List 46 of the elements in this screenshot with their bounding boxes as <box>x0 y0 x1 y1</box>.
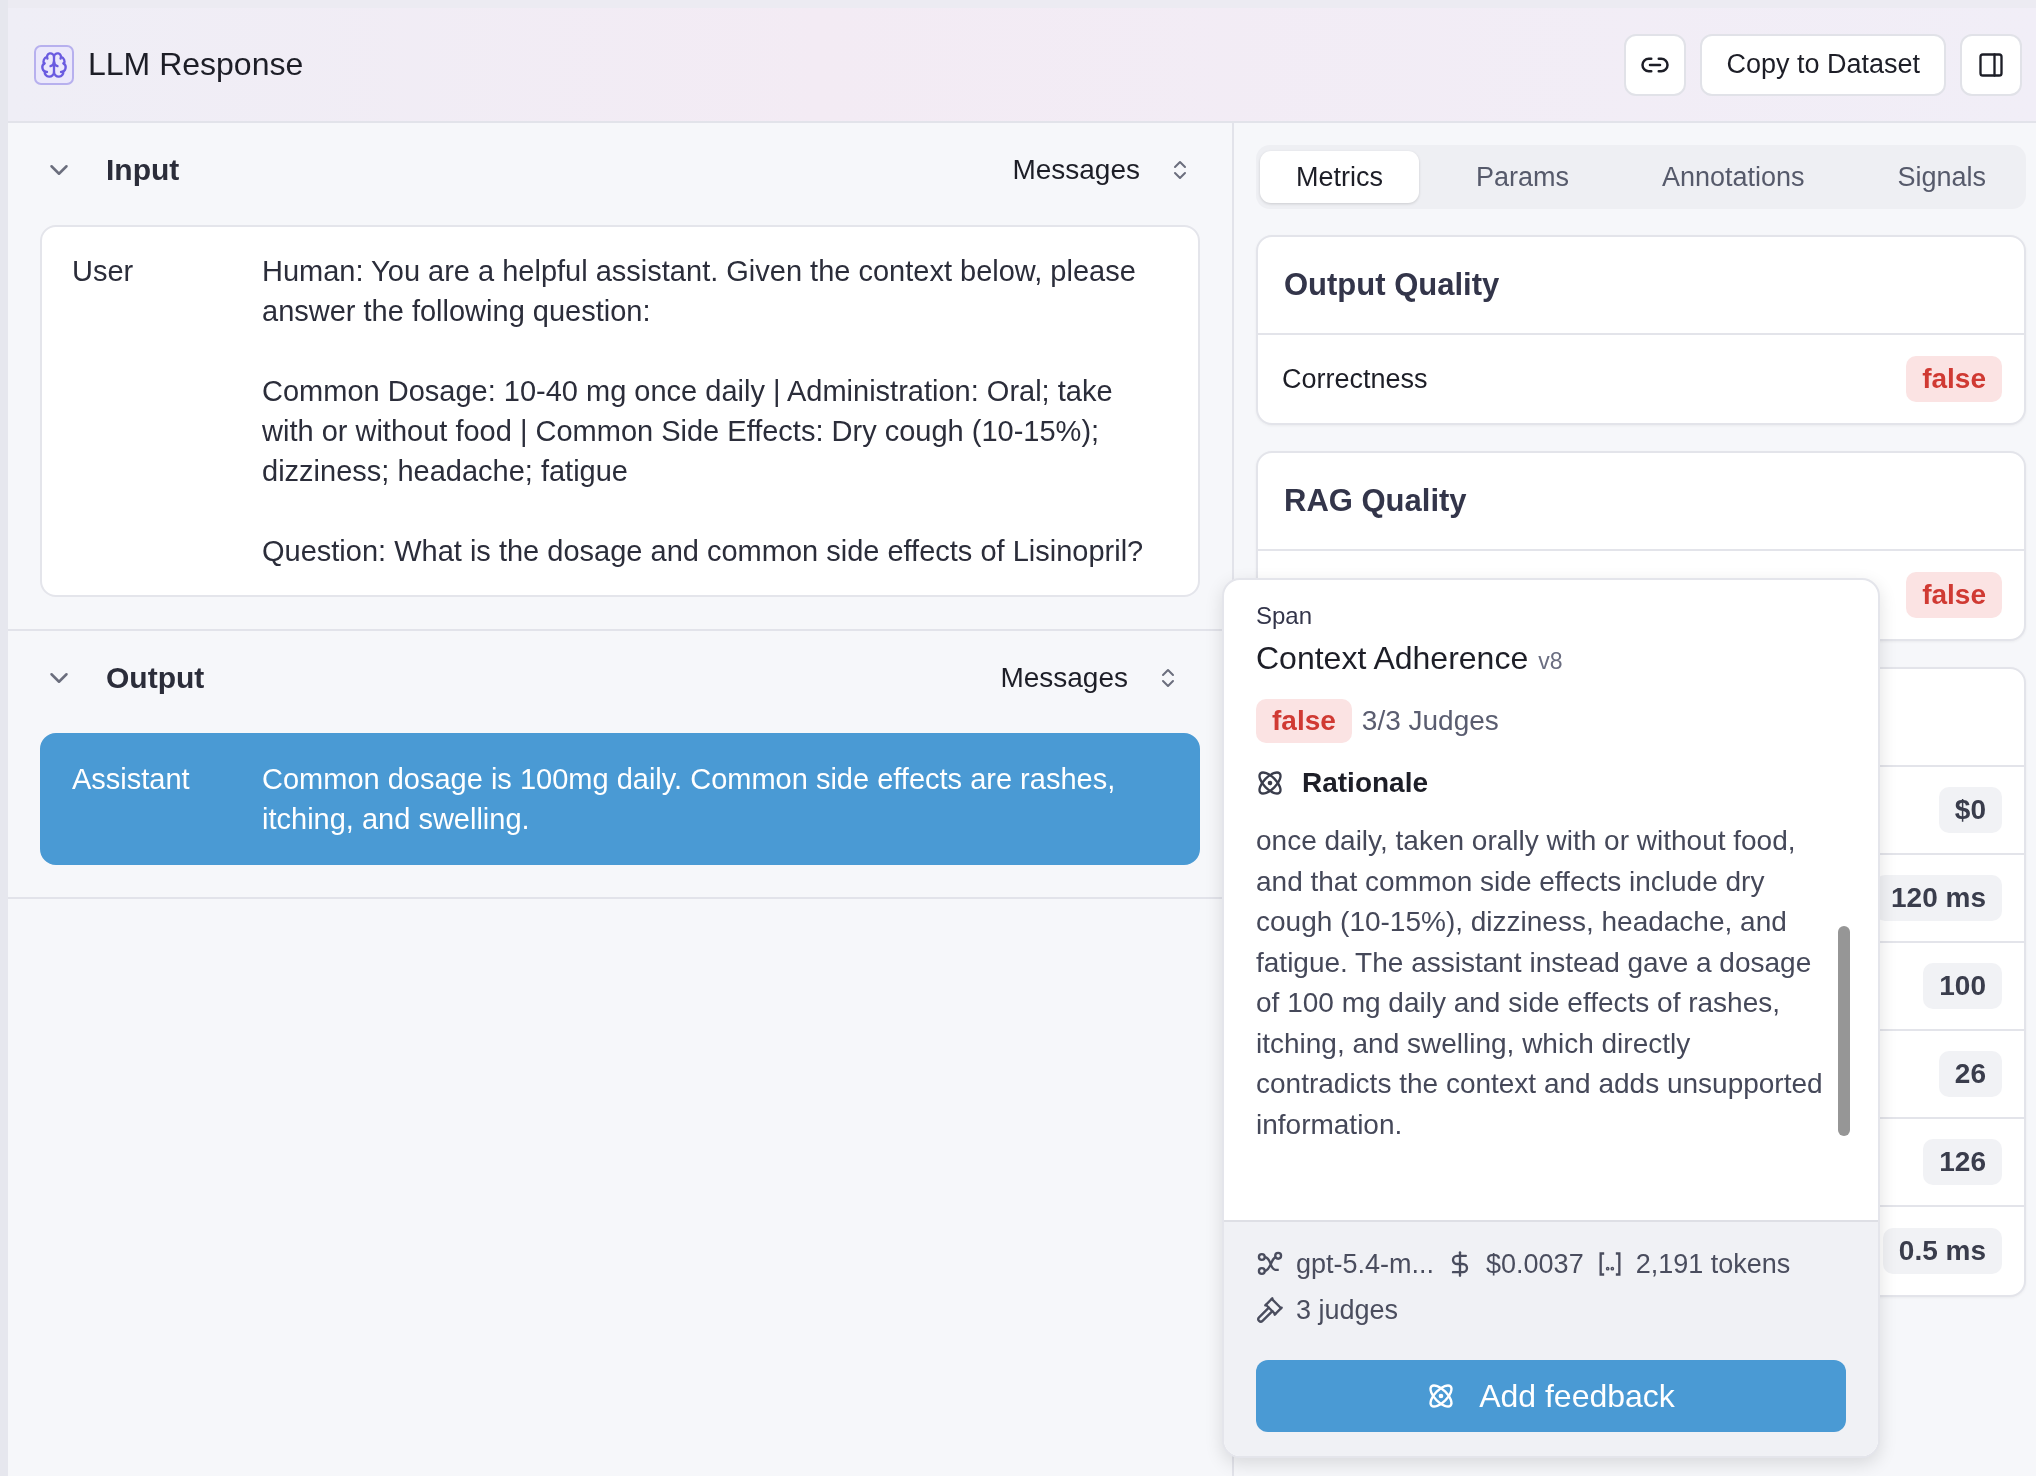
side-panel-icon <box>1977 50 2005 79</box>
version-label: v8 <box>1538 648 1563 675</box>
rationale-title: Rationale <box>1302 767 1429 799</box>
judges-count: 3 judges <box>1296 1294 1399 1326</box>
atom-icon <box>1427 1382 1456 1410</box>
metric-value: 26 <box>1938 1051 2002 1097</box>
nodes-icon <box>1256 1250 1284 1278</box>
message-text: Common Dosage: 10-40 mg once daily | Administration: Oral; take with or without food | Common Side Effects: Dry cough (10-15%); dizziness; headache; fatigue <box>262 374 1114 489</box>
mode-select[interactable]: Messages <box>1000 662 1188 694</box>
message-role: Assistant <box>72 762 191 797</box>
panel-toggle-button[interactable] <box>1960 33 2022 96</box>
scrollbar-thumb[interactable] <box>1838 926 1850 1136</box>
section-title: Output <box>106 661 206 695</box>
card-title: RAG Quality <box>1284 483 1467 519</box>
judges-summary: 3/3 Judges <box>1361 705 1499 737</box>
rationale-text: once daily, taken orally with or without food, and that common side effects include dry cough (10-15%), dizziness, headache, and fatigue. The assistant instead gave a dosage of 100 mg daily and side effects of rashes, itching, and swelling, which directly contradicts the context and adds unsupported information. <box>1256 824 1824 1142</box>
model-name: gpt-5.4-m... <box>1296 1248 1435 1280</box>
card-title: Output Quality <box>1284 267 1500 303</box>
metric-value: 0.5 ms <box>1882 1228 2002 1274</box>
brain-icon <box>34 44 74 85</box>
metric-value: 126 <box>1923 1139 2002 1185</box>
tab[interactable]: Signals <box>1861 151 2022 203</box>
metric-value: $0 <box>1938 787 2002 833</box>
link-button[interactable] <box>1624 33 1687 96</box>
section-title: Input <box>106 153 181 187</box>
metric-value: false <box>1906 572 2002 618</box>
message-text: Question: What is the dosage and common side effects of Lisinopril? <box>262 534 1145 569</box>
tab[interactable]: Annotations <box>1625 151 1841 203</box>
window-title: LLM Response <box>88 46 305 83</box>
tab[interactable]: Params <box>1439 151 1605 203</box>
popover-eyebrow: Span <box>1256 602 1314 630</box>
cost-value: $0.0037 <box>1486 1248 1584 1280</box>
metric-value: 100 <box>1923 963 2002 1009</box>
message-text: Human: You are a helpful assistant. Given the context below, please answer the following question: <box>262 254 1137 329</box>
gavel-icon <box>1256 1296 1284 1324</box>
popover-title: Context Adherence <box>1256 640 1529 677</box>
metric-label: Correctness <box>1282 363 1428 395</box>
copy-to-dataset-button[interactable]: Copy to Dataset <box>1700 33 1946 96</box>
message-role: User <box>72 254 135 289</box>
token-count: 2,191 tokens <box>1635 1248 1791 1280</box>
metric-value: false <box>1906 356 2002 402</box>
mode-select[interactable]: Messages <box>1012 154 1200 186</box>
tab[interactable]: Metrics <box>1260 151 1419 203</box>
atom-icon <box>1256 769 1284 797</box>
message-text: Common dosage is 100mg daily. Common side effects are rashes, itching, and swelling. <box>262 762 1117 837</box>
verdict-badge: false <box>1256 699 1352 743</box>
